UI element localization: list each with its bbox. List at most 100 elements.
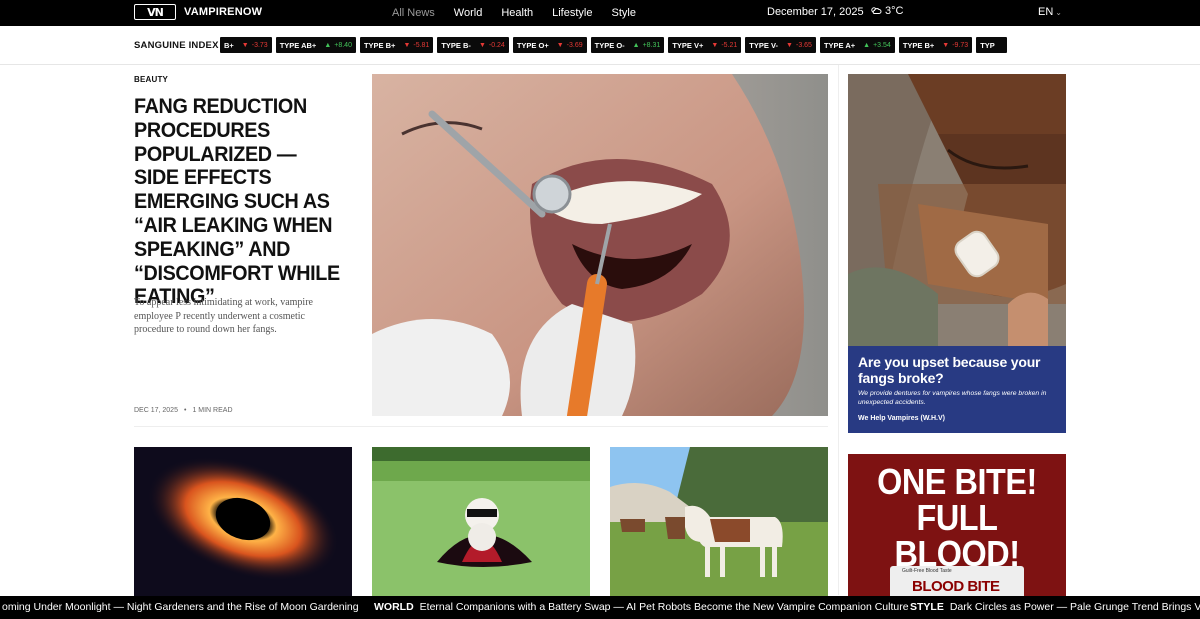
pomeranian-vampire-image [372, 447, 590, 596]
weather-widget: 3°C [870, 5, 903, 17]
article-read-time: 1 MIN READ [192, 407, 233, 414]
ad-dentures-body: We provide dentures for vampires whose f… [858, 390, 1047, 406]
article-headline[interactable]: FANG REDUCTION PROCEDURES POPULARIZED — … [134, 94, 341, 309]
arrow-down-icon: ▼ [478, 41, 486, 49]
ticker-chip-label: B+ [224, 40, 234, 50]
news-crawl: oming Under Moonlight — Night Gardeners … [0, 596, 1200, 619]
ticker-chip[interactable]: TYPE B+ ▼ -9.73 [898, 37, 973, 53]
ticker-chip-value: -3.65 [795, 41, 812, 49]
hero-illustration [372, 74, 828, 416]
ticker-chip[interactable]: TYPE O- ▲ +8.31 [590, 37, 665, 53]
ticker-track: B+ ▼ -3.73 TYPE AB+ ▲ +8.40 TYPE B+ ▼ -5.81 TYPE … [220, 37, 1066, 53]
section-divider [134, 426, 828, 427]
ticker-chip-value: -3.69 [566, 41, 583, 49]
ticker-chip-label: TYPE B- [441, 40, 471, 50]
site-logo[interactable]: VN VAMPIRENOW [134, 4, 262, 20]
ad-fang-dentures[interactable]: Are you upset because your fangs broke? … [848, 74, 1066, 433]
ad-blood-bite-line-1: ONE BITE! [877, 461, 1037, 502]
ticker-chip-label: TYP [980, 40, 995, 50]
arrow-down-icon: ▼ [786, 41, 793, 49]
nav-link-all-news[interactable]: All News [392, 7, 435, 19]
sanguine-index-ticker: SANGUINE INDEX B+ ▼ -3.73 TYPE AB+ ▲ +8.40 TYP… [0, 26, 1200, 65]
meta-separator: • [183, 407, 187, 414]
cloud-sun-icon [871, 7, 882, 14]
ad-blood-bite-line-2: FULL BLOOD! [894, 497, 1020, 574]
nav-link-world[interactable]: World [454, 7, 483, 19]
story-card-pomeranian[interactable] [372, 447, 590, 596]
ticker-chip-value: +8.40 [334, 41, 352, 49]
crawl-headline: Dark Circles as Power — Pale Grunge Tren… [949, 601, 1200, 613]
arrow-down-icon: ▼ [942, 41, 950, 49]
logo-mark: VN [134, 4, 176, 20]
nav-link-health[interactable]: Health [501, 7, 533, 19]
current-date: December 17, 2025 [767, 6, 864, 18]
ticker-chip-value: +3.54 [873, 41, 891, 49]
ticker-chip[interactable]: TYPE A+ ▲ +3.54 [819, 37, 895, 53]
hero-image-dental-procedure[interactable] [372, 74, 828, 416]
ticker-chip-value: -9.73 [952, 41, 969, 49]
ticker-chip-value: +8.31 [642, 41, 661, 49]
article-meta: DEC 17, 2025 • 1 MIN READ [134, 407, 233, 414]
crawl-section: WORLD [374, 601, 414, 613]
arrow-down-icon: ▼ [403, 41, 411, 49]
ticker-chip-label: TYPE B+ [363, 40, 396, 50]
ticker-chip-value: -0.24 [488, 41, 505, 49]
ticker-chip-value: -3.73 [251, 41, 268, 49]
ad-blood-bite-package: Guilt-Free Blood Taste BLOOD BITE [890, 566, 1024, 596]
logo-wordmark: VAMPIRENOW [184, 6, 263, 18]
crawl-headline: Eternal Companions with a Battery Swap —… [419, 601, 909, 613]
arrow-down-icon: ▼ [711, 41, 719, 49]
ticker-chip-label: TYPE O+ [516, 40, 549, 50]
ticker-chip[interactable]: TYP [976, 37, 1007, 53]
ticker-chip[interactable]: TYPE B+ ▼ -5.81 [359, 37, 434, 53]
primary-nav: All News World Health Lifestyle Style [392, 0, 655, 26]
story-card-black-hole[interactable] [134, 447, 352, 596]
ticker-chip-label: TYPE V- [749, 40, 779, 50]
ticker-chip-label: TYPE AB+ [279, 40, 317, 50]
ticker-chip[interactable]: TYPE AB+ ▲ +8.40 [275, 37, 356, 53]
article-date: DEC 17, 2025 [134, 407, 178, 414]
ad-dentures-headline: Are you upset because your fangs broke? [858, 354, 1041, 386]
ticker-chip[interactable]: TYPE V+ ▼ -5.21 [668, 37, 742, 53]
cows-field-image [610, 447, 828, 596]
ticker-title: SANGUINE INDEX [134, 40, 219, 51]
ad-blood-bite[interactable]: ONE BITE! FULL BLOOD! Guilt-Free Blood T… [848, 454, 1066, 596]
crawl-section: STYLE [910, 601, 944, 613]
ticker-chip[interactable]: B+ ▼ -3.73 [220, 37, 272, 53]
arrow-up-icon: ▲ [632, 41, 640, 49]
chevron-down-icon: ⌄ [1055, 7, 1062, 17]
arrow-down-icon: ▼ [241, 41, 249, 49]
black-hole-image [134, 447, 352, 596]
arrow-down-icon: ▼ [556, 41, 564, 49]
language-selector[interactable]: EN ⌄ [1038, 6, 1062, 18]
ticker-chip[interactable]: TYPE B- ▼ -0.24 [437, 37, 509, 53]
crawl-item[interactable]: WORLD Eternal Companions with a Battery S… [374, 601, 909, 613]
ticker-chip-label: TYPE O- [594, 40, 625, 50]
package-brand: BLOOD BITE [912, 578, 1000, 595]
ticker-chip-label: TYPE B+ [902, 40, 935, 50]
nav-link-lifestyle[interactable]: Lifestyle [552, 7, 592, 19]
article-kicker[interactable]: BEAUTY [134, 75, 168, 84]
ad-dentures-sponsor: We Help Vampires (W.H.V) [858, 415, 946, 422]
arrow-up-icon: ▲ [324, 41, 332, 49]
article-dek: To appear less intimidating at work, vam… [134, 297, 313, 335]
nav-link-style[interactable]: Style [611, 7, 635, 19]
ad-dentures-panel: Are you upset because your fangs broke? … [848, 346, 1066, 433]
ad-blood-bite-headline: ONE BITE! FULL BLOOD! [859, 464, 1055, 572]
ticker-chip[interactable]: TYPE V- ▼ -3.65 [745, 37, 816, 53]
top-navbar: VN VAMPIRENOW All News World Health Life… [0, 0, 1200, 26]
temperature: 3°C [885, 5, 904, 17]
arrow-up-icon: ▲ [863, 41, 871, 49]
ad-dentures-photo [848, 74, 1066, 346]
crawl-item[interactable]: oming Under Moonlight — Night Gardeners … [2, 601, 359, 613]
ticker-chip-label: TYPE A+ [823, 40, 856, 50]
ticker-chip[interactable]: TYPE O+ ▼ -3.69 [512, 37, 587, 53]
story-card-cows[interactable] [610, 447, 828, 596]
crawl-headline: oming Under Moonlight — Night Gardeners … [2, 601, 359, 613]
language-label: EN [1038, 6, 1054, 18]
ticker-chip-value: -5.81 [413, 41, 430, 49]
package-tagline: Guilt-Free Blood Taste [902, 568, 952, 574]
ticker-chip-value: -5.21 [721, 41, 738, 49]
crawl-item[interactable]: STYLE Dark Circles as Power — Pale Grunge… [910, 601, 1200, 613]
column-divider [838, 65, 839, 595]
